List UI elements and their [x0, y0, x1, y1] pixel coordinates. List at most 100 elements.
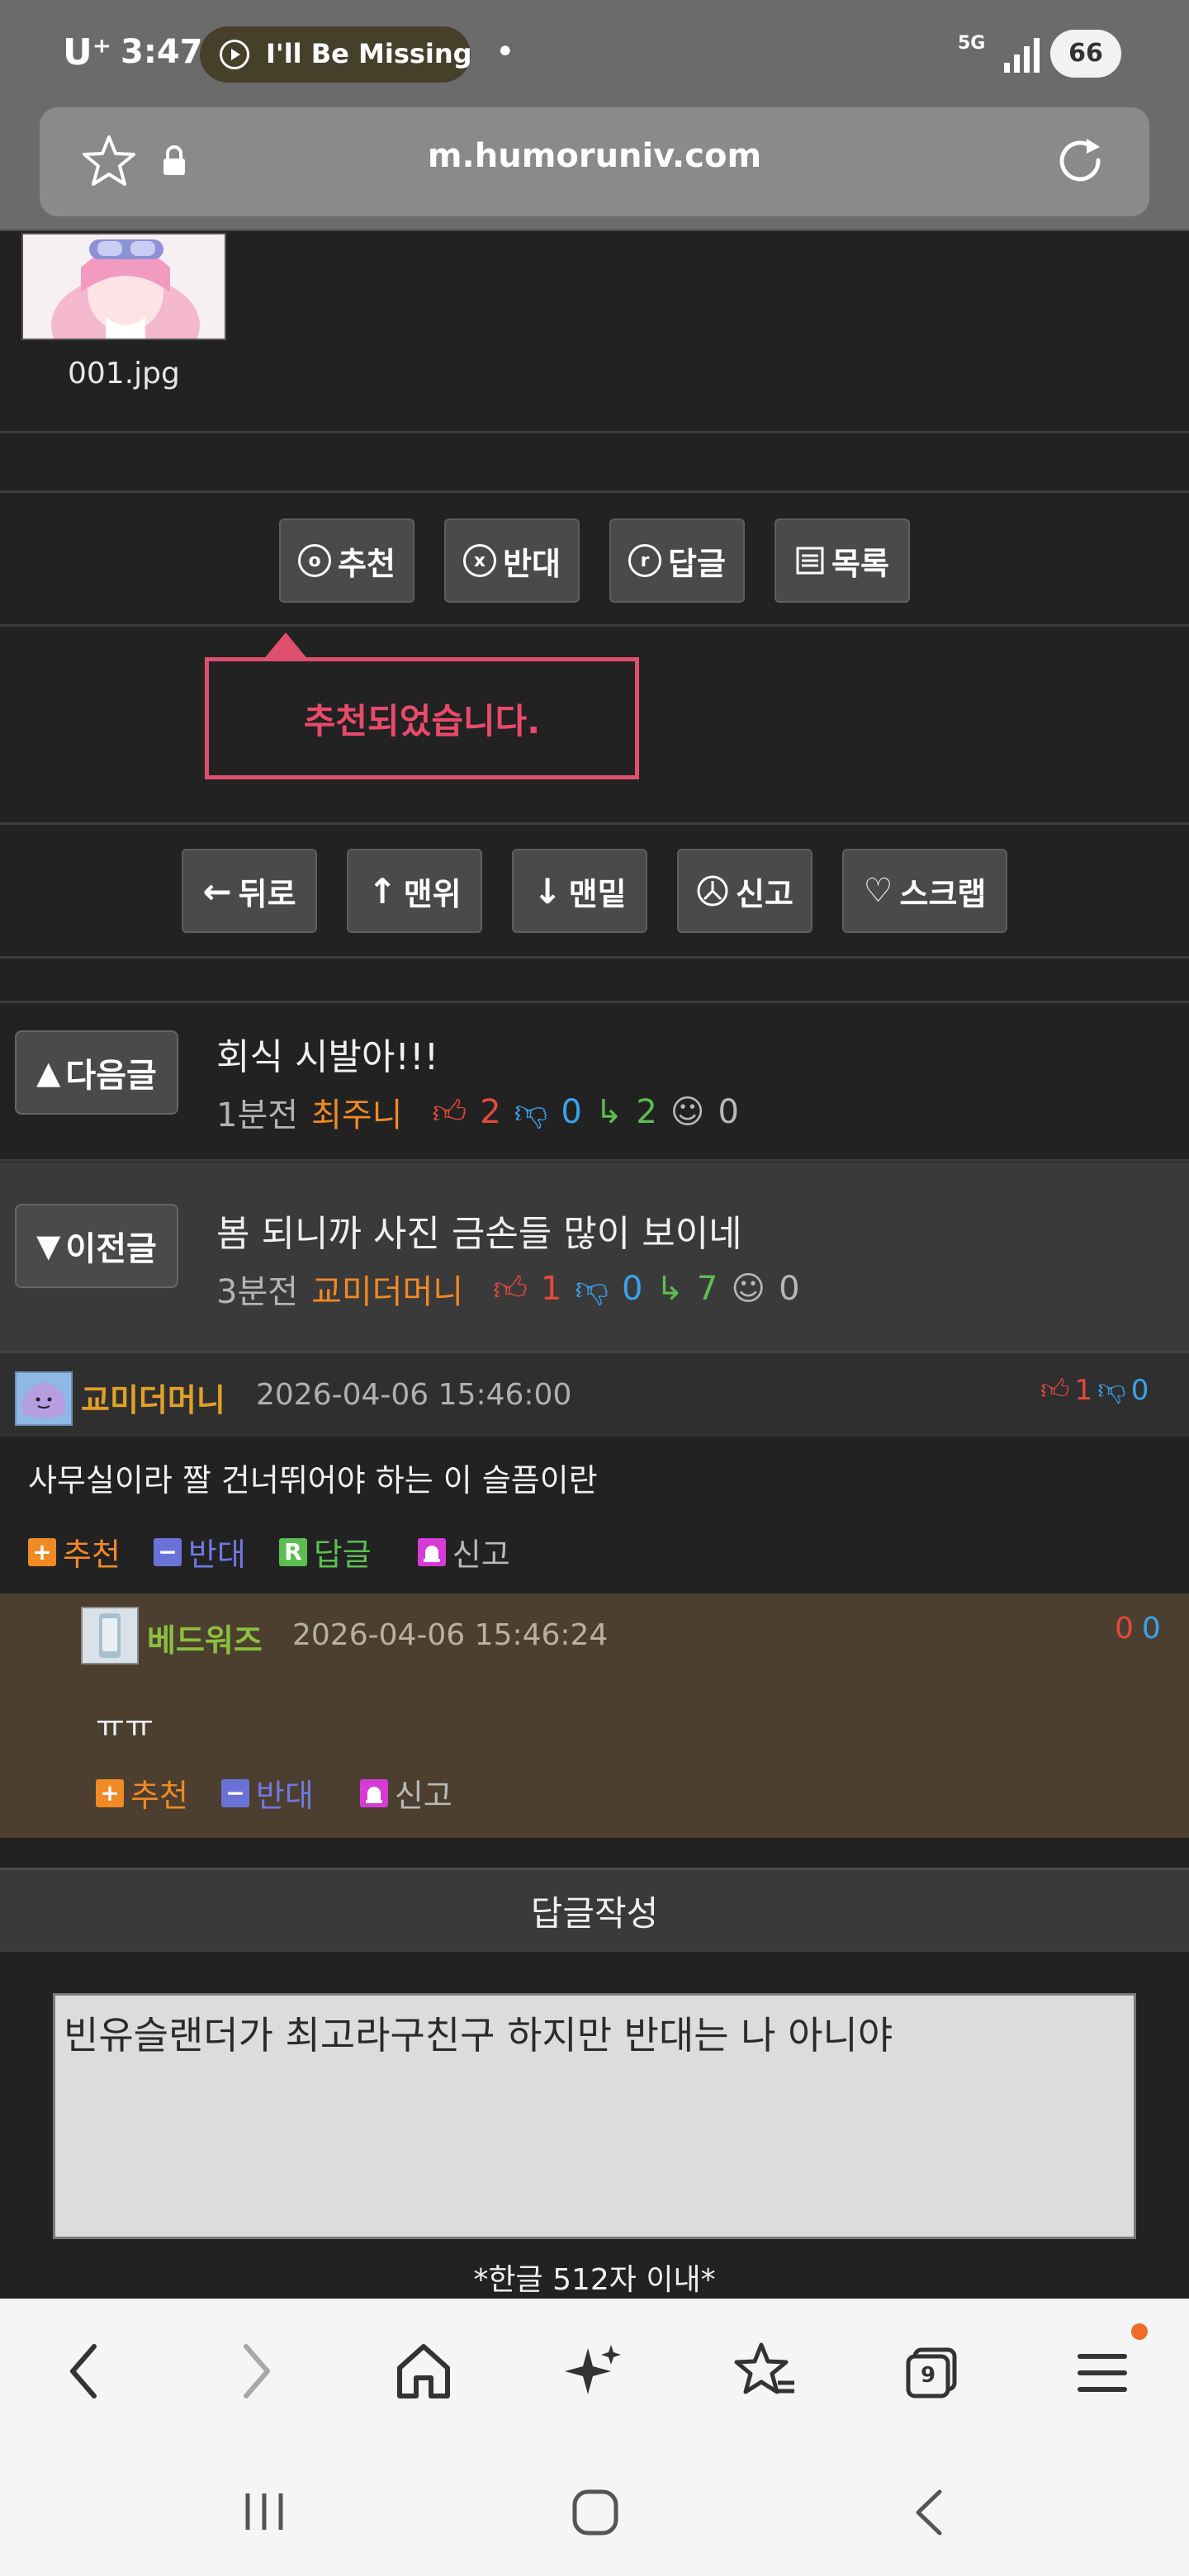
thumbs-up-icon: 👍︎ [1040, 1373, 1070, 1406]
next-post-row[interactable]: ▲ 다음글 회식 시발아!!! 1분전 최주니 👍︎ 2 👎︎ 0 ↳ 2 ☺ 0 [0, 1004, 1189, 1159]
thumbs-down-icon: 👎︎ [1097, 1373, 1126, 1406]
reply-textarea[interactable] [53, 1993, 1136, 2239]
clock: 3:47 [121, 33, 203, 71]
prev-post-button[interactable]: ▼ 이전글 [15, 1204, 178, 1288]
down-count: 0 [561, 1093, 582, 1131]
reply-count: 7 [696, 1270, 718, 1308]
notification-dot: • [495, 33, 515, 71]
post-time: 3분전 [216, 1273, 299, 1311]
comment-author[interactable]: 교미더머니 [81, 1375, 225, 1420]
prev-post-row[interactable]: ▼ 이전글 봄 되니까 사진 금손들 많이 보이네 3분전 교미더머니 👍︎ 1 … [0, 1163, 1189, 1351]
reply-button[interactable]: r 답글 [609, 519, 745, 603]
back-button[interactable]: ← 뒤로 [182, 849, 317, 933]
bottom-label: 맨밑 [568, 875, 627, 912]
divider [0, 624, 1189, 627]
bottom-button[interactable]: ↓ 맨밑 [512, 849, 647, 933]
back-arrow-icon[interactable] [61, 2338, 107, 2404]
hamburger-menu-icon [1078, 2354, 1127, 2392]
system-back-icon[interactable] [908, 2487, 950, 2538]
report-label: 신고 [394, 1778, 452, 1814]
next-post-title[interactable]: 회식 시발아!!! [216, 1027, 438, 1080]
avatar[interactable] [15, 1371, 73, 1426]
list-icon [796, 547, 824, 575]
comment-oppose-link[interactable]: − 반대 [153, 1529, 246, 1574]
carrier-label: U⁺ [63, 31, 111, 73]
list-label: 목록 [831, 545, 889, 582]
home-icon[interactable] [393, 2340, 454, 2403]
reply-author[interactable]: 베드워즈 [147, 1615, 263, 1660]
report-label: 신고 [736, 875, 793, 912]
media-pill[interactable]: I'll Be Missing [200, 26, 472, 83]
reply-actions: + 추천 − 반대 신고 [96, 1770, 452, 1816]
reply-r-icon: R [278, 1537, 307, 1566]
divider [0, 490, 1189, 493]
reply-votes: 0 0 [1115, 1612, 1161, 1646]
comment-reply-link[interactable]: R 답글 [278, 1529, 372, 1574]
next-post-button[interactable]: ▲ 다음글 [15, 1030, 178, 1115]
address-bar[interactable]: m.humoruniv.com [40, 107, 1149, 216]
comment-date: 2026-04-06 15:46:00 [256, 1378, 572, 1412]
arrow-up-icon: ↑ [367, 870, 397, 912]
up-count: 1 [540, 1270, 562, 1308]
browser-toolbar: m.humoruniv.com [0, 107, 1189, 231]
recommend-button[interactable]: o 추천 [279, 519, 414, 603]
prev-post-title[interactable]: 봄 되니까 사진 금손들 많이 보이네 [216, 1204, 742, 1257]
comment-header: 교미더머니 2026-04-06 15:46:00 👍︎ 1 👎︎ 0 [0, 1351, 1189, 1437]
triangle-up-icon: ▲ [36, 1054, 61, 1091]
circle-o-icon: o [298, 544, 332, 577]
back-label: 뒤로 [238, 875, 296, 912]
write-reply-header: 답글작성 [0, 1868, 1189, 1952]
reply-report-link[interactable]: 신고 [359, 1770, 452, 1816]
down-count: 0 [1130, 1373, 1149, 1407]
anime-girl-image [23, 234, 225, 339]
oppose-button[interactable]: x 반대 [444, 519, 580, 603]
circle-x-icon: x [463, 544, 497, 577]
circle-r-icon: r [628, 544, 662, 577]
divider [0, 1159, 1189, 1162]
attachment-thumbnail[interactable] [21, 233, 226, 340]
sparkle-icon[interactable] [563, 2340, 624, 2403]
attachment-filename[interactable]: 001.jpg [68, 357, 180, 391]
recent-apps-icon[interactable] [239, 2488, 289, 2535]
reply-comment: 베드워즈 2026-04-06 15:46:24 0 0 ㅠㅠ + 추천 − 반… [0, 1593, 1189, 1838]
phone-avatar-icon [83, 1608, 137, 1663]
oppose-label: 반대 [503, 545, 561, 582]
thumbs-up-icon: 👍︎ [432, 1093, 467, 1131]
write-reply-title: 답글작성 [530, 1893, 659, 1934]
heart-icon: ♡ [863, 872, 893, 910]
plus-icon: + [28, 1537, 56, 1566]
media-title: I'll Be Missing [266, 38, 472, 69]
home-circle-icon[interactable] [570, 2487, 621, 2538]
reply-label: 답글 [668, 545, 726, 582]
reply-text: ㅠㅠ [96, 1708, 154, 1745]
thumbs-down-icon: 👎︎ [514, 1093, 548, 1131]
reply-recommend-link[interactable]: + 추천 [96, 1770, 188, 1816]
triangle-down-icon: ▼ [36, 1228, 61, 1264]
browser-bottom-nav: 9 [0, 2299, 1189, 2576]
list-button[interactable]: 목록 [775, 519, 910, 603]
forward-arrow-icon[interactable] [233, 2338, 279, 2404]
oppose-label: 반대 [255, 1778, 314, 1814]
report-button[interactable]: 신고 [677, 849, 812, 933]
char-limit-note: *한글 512자 이내* [473, 2263, 716, 2297]
scrap-button[interactable]: ♡ 스크랩 [842, 849, 1007, 933]
comment-report-link[interactable]: 신고 [417, 1529, 510, 1574]
comment-votes: 👍︎ 1 👎︎ 0 [1040, 1373, 1149, 1407]
bookmarks-icon[interactable] [733, 2340, 798, 2403]
top-button[interactable]: ↑ 맨위 [347, 849, 482, 933]
url-text[interactable]: m.humoruniv.com [40, 137, 1149, 175]
view-count: 0 [779, 1270, 800, 1308]
tabs-button[interactable]: 9 [905, 2346, 958, 2399]
reload-icon[interactable] [1054, 135, 1108, 190]
reply-oppose-link[interactable]: − 반대 [220, 1770, 314, 1816]
post-author[interactable]: 교미더머니 [311, 1265, 463, 1313]
menu-button[interactable] [1077, 2348, 1128, 2398]
signal-icon [1004, 38, 1040, 73]
post-author[interactable]: 최주니 [311, 1088, 402, 1136]
report-label: 신고 [452, 1537, 510, 1573]
siren-icon [359, 1778, 388, 1807]
comment-recommend-link[interactable]: + 추천 [28, 1529, 121, 1574]
avatar[interactable] [81, 1607, 139, 1664]
smiley-icon: ☺ [731, 1270, 766, 1308]
recommend-label: 추천 [338, 545, 396, 582]
